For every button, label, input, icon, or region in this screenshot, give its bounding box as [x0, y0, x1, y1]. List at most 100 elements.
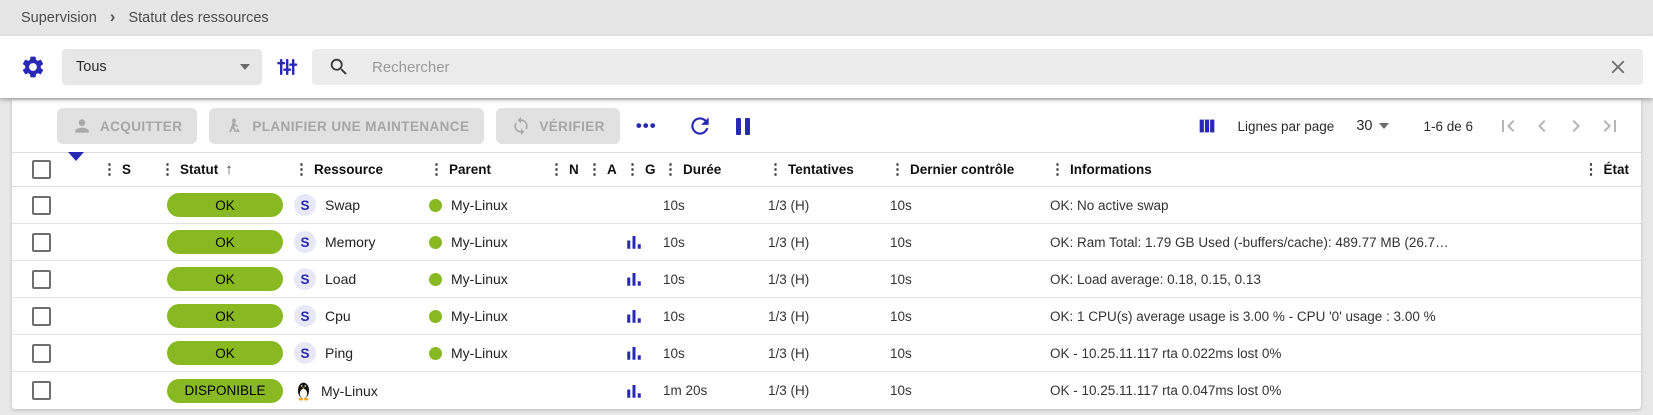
search-input[interactable]: [372, 59, 1605, 76]
chevron-right-icon: [1564, 114, 1588, 138]
refresh-icon: [687, 113, 713, 139]
resource-name[interactable]: My-Linux: [321, 383, 378, 399]
parent-status-dot-icon: [429, 273, 442, 286]
chevron-down-icon: [240, 64, 250, 70]
edit-columns-button[interactable]: [1193, 112, 1221, 140]
status-badge[interactable]: OK: [167, 193, 283, 217]
row-checkbox[interactable]: [32, 196, 51, 215]
table-row[interactable]: OK SMemory My-Linux 10s 1/3 (H) 10s OK: …: [12, 224, 1641, 261]
refresh-button[interactable]: [685, 111, 715, 141]
status-badge[interactable]: OK: [167, 341, 283, 365]
select-all-checkbox[interactable]: [32, 160, 51, 179]
status-badge[interactable]: OK: [167, 304, 283, 328]
sync-icon: [511, 116, 531, 136]
last-check-cell: 10s: [890, 235, 1050, 250]
set-downtime-label: PLANIFIER UNE MAINTENANCE: [252, 119, 469, 134]
column-header-last-check[interactable]: ⋮Dernier contrôle: [890, 162, 1050, 177]
last-check-cell: 10s: [890, 346, 1050, 361]
parent-name[interactable]: My-Linux: [451, 234, 508, 250]
next-page-button[interactable]: [1559, 111, 1593, 141]
clear-search-button[interactable]: [1605, 54, 1631, 80]
breadcrumb-item-current: Statut des ressources: [128, 10, 268, 26]
more-actions-button[interactable]: •••: [636, 116, 657, 136]
table-row[interactable]: OK SSwap My-Linux 10s 1/3 (H) 10s OK: No…: [12, 187, 1641, 224]
graph-icon[interactable]: [625, 233, 643, 251]
resource-name[interactable]: Cpu: [325, 308, 351, 324]
tries-cell: 1/3 (H): [768, 309, 890, 324]
tune-sliders-icon: [275, 55, 299, 79]
graph-icon[interactable]: [625, 382, 643, 400]
service-icon: S: [294, 305, 316, 327]
drag-handle-icon[interactable]: ⋮: [1583, 162, 1598, 177]
table-row[interactable]: OK SLoad My-Linux 10s 1/3 (H) 10s OK: Lo…: [12, 261, 1641, 298]
pause-autorefresh-button[interactable]: [729, 112, 757, 140]
check-button[interactable]: VÉRIFIER: [496, 108, 619, 144]
filter-preset-select[interactable]: Tous: [62, 49, 262, 85]
drag-handle-icon[interactable]: ⋮: [160, 162, 175, 177]
row-checkbox[interactable]: [32, 233, 51, 252]
settings-gear-button[interactable]: [18, 52, 48, 82]
column-header-duration[interactable]: ⋮Durée: [663, 162, 768, 177]
column-header-state[interactable]: ⋮État: [1571, 162, 1629, 177]
column-header-resource[interactable]: ⋮Ressource: [294, 162, 429, 177]
graph-icon[interactable]: [625, 270, 643, 288]
duration-cell: 10s: [663, 235, 768, 250]
row-checkbox[interactable]: [32, 344, 51, 363]
resources-card: ACQUITTER PLANIFIER UNE MAINTENANCE VÉRI…: [12, 100, 1641, 409]
sort-ascending-icon: ↑: [225, 161, 233, 178]
resource-name[interactable]: Memory: [325, 234, 376, 250]
information-cell: OK - 10.25.11.117 rta 0.022ms lost 0%: [1050, 346, 1571, 361]
row-checkbox[interactable]: [32, 307, 51, 326]
acknowledge-label: ACQUITTER: [100, 119, 182, 134]
drag-handle-icon[interactable]: ⋮: [429, 162, 444, 177]
resource-name[interactable]: Swap: [325, 197, 360, 213]
parent-name[interactable]: My-Linux: [451, 345, 508, 361]
drag-handle-icon[interactable]: ⋮: [1050, 162, 1065, 177]
column-header-severity[interactable]: ⋮S: [102, 162, 160, 177]
column-header-parent[interactable]: ⋮Parent: [429, 162, 549, 177]
column-header-graph[interactable]: ⋮G: [625, 162, 663, 177]
status-badge[interactable]: OK: [167, 230, 283, 254]
resource-name[interactable]: Load: [325, 271, 356, 287]
advanced-filters-button[interactable]: [270, 50, 304, 84]
column-header-action[interactable]: ⋮A: [587, 162, 625, 177]
set-downtime-button[interactable]: PLANIFIER UNE MAINTENANCE: [209, 108, 484, 144]
parent-name[interactable]: My-Linux: [451, 308, 508, 324]
duration-cell: 10s: [663, 309, 768, 324]
status-badge[interactable]: DISPONIBLE: [167, 379, 283, 403]
drag-handle-icon[interactable]: ⋮: [549, 162, 564, 177]
drag-handle-icon[interactable]: ⋮: [294, 162, 309, 177]
status-badge[interactable]: OK: [167, 267, 283, 291]
drag-handle-icon[interactable]: ⋮: [890, 162, 905, 177]
column-header-notes[interactable]: ⋮N: [549, 162, 587, 177]
pagination-cluster: Lignes par page 30 1-6 de 6: [1193, 111, 1627, 141]
acknowledge-button[interactable]: ACQUITTER: [57, 108, 197, 144]
drag-handle-icon[interactable]: ⋮: [663, 162, 678, 177]
resource-name[interactable]: Ping: [325, 345, 353, 361]
parent-name[interactable]: My-Linux: [451, 271, 508, 287]
linux-penguin-icon: [294, 380, 313, 401]
information-cell: OK: No active swap: [1050, 198, 1571, 213]
rows-per-page-select[interactable]: 30: [1356, 118, 1389, 134]
row-checkbox[interactable]: [32, 270, 51, 289]
table-row[interactable]: OK SCpu My-Linux 10s 1/3 (H) 10s OK: 1 C…: [12, 298, 1641, 335]
graph-icon[interactable]: [625, 307, 643, 325]
column-header-tries[interactable]: ⋮Tentatives: [768, 162, 890, 177]
previous-page-button[interactable]: [1525, 111, 1559, 141]
parent-status-dot-icon: [429, 310, 442, 323]
drag-handle-icon[interactable]: ⋮: [587, 162, 602, 177]
drag-handle-icon[interactable]: ⋮: [102, 162, 117, 177]
row-checkbox[interactable]: [32, 381, 51, 400]
graph-icon[interactable]: [625, 344, 643, 362]
column-header-status[interactable]: ⋮Statut↑: [160, 161, 294, 178]
parent-name[interactable]: My-Linux: [451, 197, 508, 213]
column-header-information[interactable]: ⋮Informations: [1050, 162, 1571, 177]
select-menu-caret-icon[interactable]: [68, 152, 84, 178]
drag-handle-icon[interactable]: ⋮: [625, 162, 640, 177]
drag-handle-icon[interactable]: ⋮: [768, 162, 783, 177]
last-page-button[interactable]: [1593, 111, 1627, 141]
first-page-button[interactable]: [1491, 111, 1525, 141]
table-row[interactable]: DISPONIBLE My-Linux: [12, 372, 1641, 409]
table-row[interactable]: OK SPing My-Linux 10s 1/3 (H) 10s OK - 1…: [12, 335, 1641, 372]
breadcrumb-item-supervision[interactable]: Supervision: [21, 10, 97, 26]
